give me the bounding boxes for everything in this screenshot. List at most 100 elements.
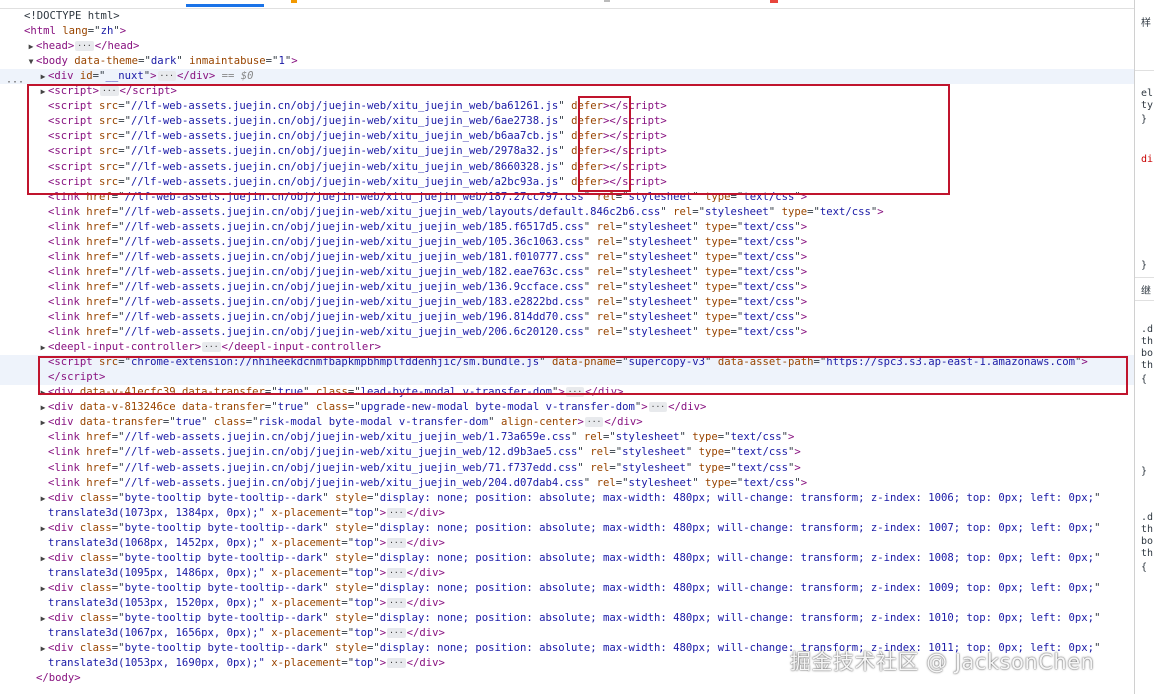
closing-tag: </div> — [406, 627, 445, 640]
tag-name: <link — [48, 280, 80, 293]
dom-tree-row[interactable]: <link href="//lf-web-assets.juejin.cn/ob… — [0, 310, 1134, 325]
dom-tree-row[interactable]: translate3d(1067px, 1656px, 0px);" x-pla… — [0, 626, 1134, 641]
row-actions-menu-icon[interactable]: ··· — [6, 77, 24, 88]
attribute-punct: =" — [111, 295, 125, 308]
collapsed-ellipsis-button[interactable]: ··· — [387, 507, 406, 518]
expand-triangle-right-icon[interactable]: ▶ — [38, 551, 48, 566]
dom-tree-row[interactable]: <link href="//lf-web-assets.juejin.cn/ob… — [0, 265, 1134, 280]
dom-tree-row[interactable]: <link href="//lf-web-assets.juejin.cn/ob… — [0, 295, 1134, 310]
attribute-name: x-placement — [271, 657, 342, 670]
attribute-name: inmaintabuse — [189, 55, 266, 68]
dom-tree-row[interactable]: <link href="//lf-web-assets.juejin.cn/ob… — [0, 445, 1134, 460]
attribute-punct: =" — [111, 446, 125, 459]
attribute-value: stylesheet — [615, 431, 680, 444]
closing-tag: </div> — [406, 566, 445, 579]
attribute-punct: =" — [92, 70, 106, 83]
attribute-name: href — [86, 250, 112, 263]
tag-name: <link — [48, 220, 80, 233]
dom-tree-row[interactable]: <link href="//lf-web-assets.juejin.cn/ob… — [0, 280, 1134, 295]
dom-tree-row[interactable]: <link href="//lf-web-assets.juejin.cn/ob… — [0, 235, 1134, 250]
dom-tree-row[interactable]: <link href="//lf-web-assets.juejin.cn/ob… — [0, 476, 1134, 491]
expand-triangle-right-icon[interactable]: ▶ — [38, 611, 48, 626]
tag-punct: > — [800, 326, 808, 339]
attribute-punct: =" — [111, 491, 125, 504]
attribute-punct: =" — [111, 326, 125, 339]
attribute-name: type — [705, 311, 731, 323]
dom-tree-row[interactable]: <link href="//lf-web-assets.juejin.cn/ob… — [0, 430, 1134, 445]
dom-tree-row[interactable]: translate3d(1073px, 1384px, 0px);" x-pla… — [0, 506, 1134, 521]
styles-sidebar-pane[interactable]: 样 el ty} di} 继 .d th bo th{} .d th bo th{ — [1134, 0, 1154, 694]
expand-triangle-right-icon[interactable]: ▶ — [38, 400, 48, 415]
collapsed-ellipsis-button[interactable]: ··· — [387, 658, 406, 669]
expand-triangle-right-icon[interactable]: ▶ — [38, 641, 48, 656]
collapsed-ellipsis-button[interactable]: ··· — [648, 402, 668, 413]
attribute-name: type — [705, 235, 731, 248]
collapsed-ellipsis-button[interactable]: ··· — [75, 41, 94, 52]
dom-tree-row[interactable]: <link href="//lf-web-assets.juejin.cn/ob… — [0, 250, 1134, 265]
expand-triangle-right-icon[interactable]: ▶ — [38, 521, 48, 536]
expand-triangle-right-icon[interactable]: ▶ — [26, 39, 36, 54]
collapsed-ellipsis-button[interactable]: ··· — [387, 567, 406, 578]
attribute-value: risk-modal byte-modal v-transfer-dom — [258, 416, 489, 429]
dom-tree-row[interactable]: ▶ <div class="byte-tooltip byte-tooltip--… — [0, 491, 1134, 506]
dom-tree-row[interactable]: <!DOCTYPE html> — [0, 9, 1134, 24]
dom-tree-row[interactable]: ▶ <div class="byte-tooltip byte-tooltip--… — [0, 581, 1134, 596]
tag-name: <div — [48, 401, 74, 414]
attribute-name: lang — [62, 25, 88, 38]
attribute-value: top — [354, 566, 374, 579]
collapsed-ellipsis-button[interactable]: ··· — [202, 342, 221, 353]
tag-name: <div — [48, 581, 74, 594]
collapsed-ellipsis-button[interactable]: ··· — [387, 628, 406, 639]
expand-triangle-right-icon[interactable]: ▶ — [38, 491, 48, 506]
dom-tree-row[interactable]: ▼ <body data-theme="dark" inmaintabuse="1… — [0, 54, 1134, 69]
expand-triangle-right-icon[interactable]: ▶ — [38, 69, 48, 84]
dom-tree-row[interactable]: translate3d(1053px, 1520px, 0px);" x-pla… — [0, 596, 1134, 611]
closing-tag: </body> — [36, 672, 81, 685]
attribute-punct: =" — [730, 265, 744, 278]
dom-tree-row[interactable]: ▶ <head> ··· </head> — [0, 39, 1134, 54]
attribute-punct: =" — [615, 220, 629, 233]
sidebar-style-text: 继 — [1141, 286, 1151, 297]
dom-tree-row[interactable]: <link href="//lf-web-assets.juejin.cn/ob… — [0, 461, 1134, 476]
dom-tree-row[interactable]: <link href="//lf-web-assets.juejin.cn/ob… — [0, 220, 1134, 235]
attribute-name: href — [86, 265, 112, 278]
dom-tree-row[interactable]: translate3d(1068px, 1452px, 0px);" x-pla… — [0, 536, 1134, 551]
sidebar-style-text: } — [1141, 260, 1148, 271]
dom-tree-row[interactable]: ▶ <div class="byte-tooltip byte-tooltip--… — [0, 521, 1134, 536]
dom-tree-row[interactable]: ▶ <div data-v-813246ce data-transfer="tru… — [0, 400, 1134, 415]
dom-tree-row[interactable]: <html lang="zh"> — [0, 24, 1134, 39]
attribute-punct: =" — [730, 235, 744, 248]
dom-tree-row[interactable]: ▶ <deepl-input-controller> ··· </deepl-inpu… — [0, 340, 1134, 355]
dom-tree-row[interactable]: ▶ <div class="byte-tooltip byte-tooltip--… — [0, 551, 1134, 566]
dom-tree-row[interactable]: <link href="//lf-web-assets.juejin.cn/ob… — [0, 325, 1134, 340]
dom-tree-row[interactable]: ▶ <div id="__nuxt"> ··· </div> == $0 — [0, 69, 1134, 85]
expand-triangle-right-icon[interactable]: ▶ — [38, 415, 48, 430]
attribute-value: translate3d(1053px, 1520px, 0px);" — [48, 596, 265, 609]
attribute-name: type — [698, 461, 725, 474]
attribute-punct: =" — [138, 55, 151, 68]
expand-triangle-right-icon[interactable]: ▶ — [38, 581, 48, 596]
attribute-punct: =" — [615, 280, 629, 293]
attribute-name: rel — [596, 476, 616, 489]
attribute-name: style — [335, 521, 367, 534]
collapsed-ellipsis-button[interactable]: ··· — [157, 71, 176, 82]
dom-tree-row[interactable]: ▶ <div class="byte-tooltip byte-tooltip--… — [0, 611, 1134, 626]
attribute-name: rel — [596, 326, 616, 339]
attribute-name: href — [86, 220, 112, 233]
collapsed-ellipsis-button[interactable]: ··· — [387, 537, 406, 548]
dom-tree-row[interactable]: <link href="//lf-web-assets.juejin.cn/ob… — [0, 205, 1134, 220]
attribute-name: class — [79, 581, 112, 594]
attribute-punct: =" — [111, 431, 125, 444]
collapsed-ellipsis-button[interactable]: ··· — [387, 597, 406, 608]
expand-triangle-down-icon[interactable]: ▼ — [26, 54, 36, 69]
expand-triangle-right-icon[interactable]: ▶ — [38, 340, 48, 355]
attribute-name: class — [79, 642, 112, 655]
error-indicator-icon — [770, 0, 778, 3]
tag-name: <div — [48, 416, 74, 429]
dom-tree-row[interactable]: ▶ <div data-transfer="true" class="risk-m… — [0, 415, 1134, 430]
collapsed-ellipsis-button[interactable]: ··· — [584, 417, 604, 428]
dom-tree-row[interactable]: translate3d(1095px, 1486px, 0px);" x-pla… — [0, 566, 1134, 581]
attribute-value: display: none; position: absolute; max-w… — [379, 521, 1095, 534]
attribute-value: zh — [100, 25, 114, 38]
attribute-punct: =" — [615, 295, 629, 308]
